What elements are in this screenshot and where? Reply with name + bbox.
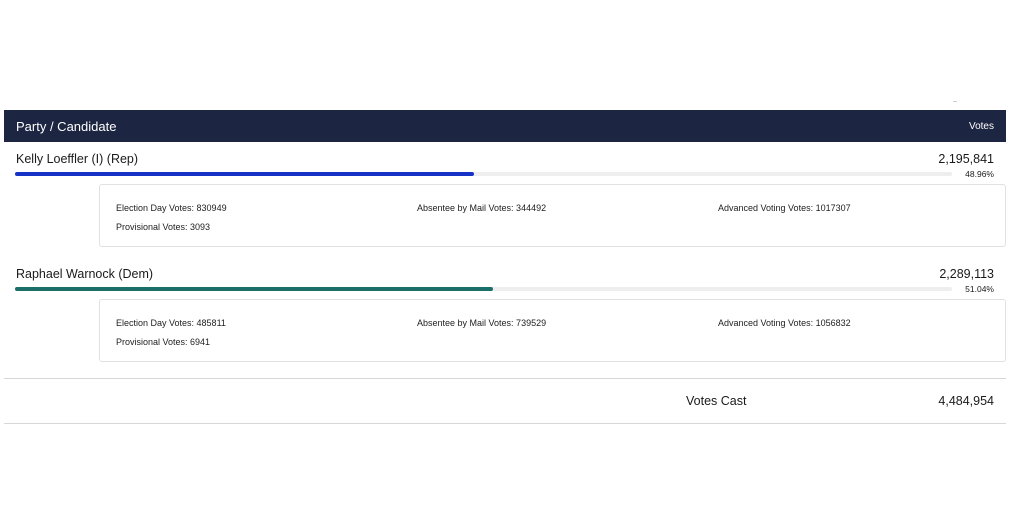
advanced-voting-votes: Advanced Voting Votes: 1056832 (718, 318, 851, 328)
candidate-votes: 2,195,841 (938, 152, 994, 166)
votes-cast-summary: Votes Cast 4,484,954 (4, 378, 1006, 424)
candidate-header: Kelly Loeffler (I) (Rep) 2,195,841 (4, 142, 1006, 166)
provisional-votes: Provisional Votes: 3093 (116, 222, 211, 232)
vote-share-percent: 48.96% (965, 169, 994, 179)
absentee-votes: Absentee by Mail Votes: 344492 (417, 203, 547, 213)
candidate-name: Kelly Loeffler (I) (Rep) (16, 152, 139, 166)
candidate-row-warnock: Raphael Warnock (Dem) 2,289,113 51.04% E… (4, 257, 1006, 362)
absentee-votes: Absentee by Mail Votes: 739529 (417, 318, 547, 328)
election-day-votes: Election Day Votes: 485811 (116, 318, 226, 328)
header-votes-label: Votes (968, 120, 994, 132)
candidate-votes: 2,289,113 (939, 267, 994, 281)
vote-share-bar-fill (15, 172, 474, 176)
header-candidate-label: Party / Candidate (16, 118, 117, 134)
table-header: Party / Candidate Votes (4, 110, 1006, 142)
candidate-name: Raphael Warnock (Dem) (16, 267, 154, 281)
vote-share-bar-track (15, 287, 952, 291)
vote-share-percent: 51.04% (965, 284, 994, 294)
corner-mark (953, 101, 957, 102)
provisional-votes: Provisional Votes: 6941 (116, 337, 211, 347)
vote-breakdown-panel: Election Day Votes: 830949 Absentee by M… (99, 184, 1006, 247)
election-day-votes: Election Day Votes: 830949 (116, 203, 227, 213)
vote-share-row: 48.96% (4, 169, 1006, 179)
votes-cast-label: Votes Cast (686, 394, 747, 408)
candidate-row-loeffler: Kelly Loeffler (I) (Rep) 2,195,841 48.96… (4, 142, 1006, 247)
vote-breakdown-panel: Election Day Votes: 485811 Absentee by M… (99, 299, 1006, 362)
results-table: Party / Candidate Votes Kelly Loeffler (… (4, 110, 1006, 424)
advanced-voting-votes: Advanced Voting Votes: 1017307 (718, 203, 851, 213)
votes-cast-total: 4,484,954 (938, 394, 994, 408)
vote-share-bar-track (15, 172, 952, 176)
candidate-header: Raphael Warnock (Dem) 2,289,113 (4, 257, 1006, 281)
vote-share-bar-fill (15, 287, 494, 291)
vote-share-row: 51.04% (4, 284, 1006, 294)
